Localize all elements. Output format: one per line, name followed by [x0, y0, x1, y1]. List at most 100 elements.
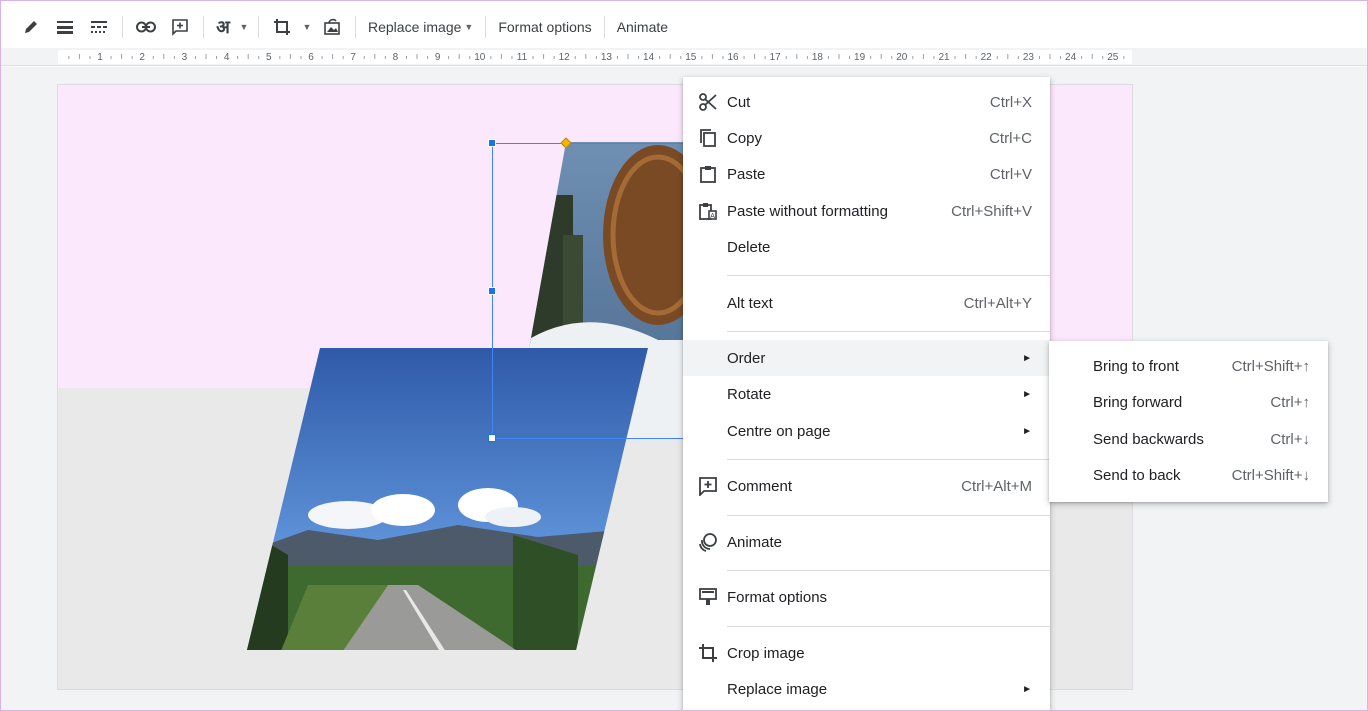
ruler-tick: [638, 56, 640, 59]
ruler-tick: [458, 54, 460, 59]
ruler-tick: [701, 56, 703, 59]
ruler-tick: [553, 56, 555, 59]
toolbar: अ ▼ ▼ Replace image ▼ Format options Ani…: [0, 0, 1368, 52]
ruler-number: 11: [516, 52, 528, 63]
ruler-track[interactable]: 1 2 3 4 5 6 7 8 9 10 11 12 13 14 15 16 17 18 19 20 21 22 23 24 2…: [58, 50, 1132, 64]
ruler-number: 22: [980, 52, 992, 63]
ruler-tick: [616, 56, 618, 59]
menu-item-shortcut: Ctrl+Alt+Y: [963, 294, 1032, 312]
submenu-arrow-icon: ►: [1022, 388, 1032, 400]
ruler-tick: [247, 54, 249, 59]
submenu-item-label: Bring forward: [1093, 393, 1183, 411]
ruler-tick: [469, 56, 471, 59]
menu-item-replace-image[interactable]: Replace image ►: [683, 671, 1050, 707]
ruler-number: 3: [181, 52, 188, 63]
line-weight-icon[interactable]: [48, 11, 82, 43]
submenu-arrow-icon: ►: [1022, 425, 1032, 437]
ruler-tick: [922, 54, 924, 59]
menu-item-label: Centre on page: [727, 422, 831, 440]
menu-item-delete[interactable]: Delete: [683, 229, 1050, 265]
link-icon[interactable]: [129, 11, 163, 43]
menu-item-label: Crop image: [727, 644, 805, 662]
ruler-number: 2: [139, 52, 145, 63]
submenu-item-send-backwards[interactable]: Send backwards Ctrl+↓: [1049, 421, 1328, 457]
submenu-arrow-icon: ►: [1022, 683, 1032, 695]
line-dash-icon[interactable]: [82, 11, 116, 43]
menu-item-alt-text[interactable]: Alt text Ctrl+Alt+Y: [683, 285, 1050, 321]
menu-item-label: Rotate: [727, 385, 772, 403]
menu-item-rotate[interactable]: Rotate ►: [683, 376, 1050, 412]
menu-item-label: Paste: [727, 165, 766, 183]
ruler-tick: [1123, 56, 1125, 59]
pencil-icon[interactable]: [14, 11, 48, 43]
ruler-tick: [321, 56, 323, 59]
resize-handle[interactable]: [488, 287, 496, 295]
ruler-tick: [121, 54, 123, 59]
ruler-tick: [1081, 56, 1083, 59]
submenu-item-bring-forward[interactable]: Bring forward Ctrl+↑: [1049, 384, 1328, 420]
replace-image-button[interactable]: Replace image ▼: [362, 11, 479, 43]
ruler-tick: [194, 56, 196, 59]
submenu-item-shortcut: Ctrl+↓: [1270, 430, 1310, 448]
ruler-tick: [110, 56, 112, 59]
ruler-tick: [880, 54, 882, 59]
menu-divider: [727, 275, 1050, 276]
ruler-tick: [384, 56, 386, 59]
format-options-icon: [683, 587, 727, 607]
menu-item-paste[interactable]: Paste Ctrl+V: [683, 156, 1050, 192]
ruler-number: 12: [558, 52, 570, 63]
ruler-tick: [1038, 56, 1040, 59]
menu-item-label: Delete: [727, 238, 771, 256]
input-tools-icon[interactable]: अ: [210, 11, 236, 43]
menu-item-cut[interactable]: Cut Ctrl+X: [683, 84, 1050, 120]
ruler-tick: [975, 56, 977, 59]
menu-item-paste-without-formatting[interactable]: A Paste without formatting Ctrl+Shift+V: [683, 193, 1050, 229]
chevron-down-icon[interactable]: ▼: [236, 11, 252, 43]
format-options-button[interactable]: Format options: [492, 11, 597, 43]
scissors-icon: [683, 92, 727, 112]
menu-item-centre-on-page[interactable]: Centre on page ►: [683, 413, 1050, 449]
toolbar-divider: [258, 15, 259, 38]
ruler-tick: [448, 56, 450, 59]
order-submenu: Bring to front Ctrl+Shift+↑ Bring forwar…: [1049, 341, 1328, 502]
ruler-tick: [163, 54, 165, 59]
ruler-number: 16: [727, 52, 739, 63]
menu-item-copy[interactable]: Copy Ctrl+C: [683, 120, 1050, 156]
submenu-item-send-to-back[interactable]: Send to back Ctrl+Shift+↓: [1049, 457, 1328, 493]
menu-item-crop-image[interactable]: Crop image: [683, 635, 1050, 671]
menu-item-animate[interactable]: Animate: [683, 524, 1050, 560]
resize-handle[interactable]: [488, 139, 496, 147]
ruler-tick: [532, 56, 534, 59]
animate-button[interactable]: Animate: [611, 11, 674, 43]
ruler-number: 15: [685, 52, 697, 63]
ruler-tick: [785, 56, 787, 59]
toolbar-divider: [603, 15, 605, 38]
resize-handle[interactable]: [488, 434, 496, 442]
ruler-tick: [838, 54, 840, 59]
ruler-tick: [300, 56, 302, 59]
add-comment-icon[interactable]: [163, 11, 197, 43]
menu-item-comment[interactable]: Comment Ctrl+Alt+M: [683, 468, 1050, 504]
menu-item-shortcut: Ctrl+V: [989, 165, 1032, 183]
ruler-number: 8: [392, 52, 399, 63]
menu-item-format-options[interactable]: Format options: [683, 579, 1050, 615]
chevron-down-icon[interactable]: ▼: [299, 11, 315, 43]
crop-icon[interactable]: [265, 11, 299, 43]
submenu-item-label: Send backwards: [1093, 430, 1204, 448]
reset-image-icon[interactable]: [315, 11, 349, 43]
ruler-number: 13: [600, 52, 612, 63]
menu-divider: [727, 626, 1050, 627]
selection-box[interactable]: [492, 143, 692, 439]
ruler-tick: [68, 56, 70, 59]
submenu-item-bring-to-front[interactable]: Bring to front Ctrl+Shift+↑: [1049, 348, 1328, 384]
ruler-number: 1: [97, 52, 103, 63]
ruler-tick: [891, 56, 893, 59]
ruler-tick: [405, 56, 407, 59]
ruler-number: 20: [896, 52, 908, 63]
submenu-item-shortcut: Ctrl+Shift+↑: [1231, 357, 1310, 375]
menu-item-order[interactable]: Order ►: [683, 340, 1050, 376]
crop-icon: [683, 643, 727, 663]
ruler-number: 21: [938, 52, 950, 63]
ruler-tick: [595, 56, 597, 59]
horizontal-ruler: 1 2 3 4 5 6 7 8 9 10 11 12 13 14 15 16 17 18 19 20 21 22 23 24 2…: [0, 48, 1368, 66]
